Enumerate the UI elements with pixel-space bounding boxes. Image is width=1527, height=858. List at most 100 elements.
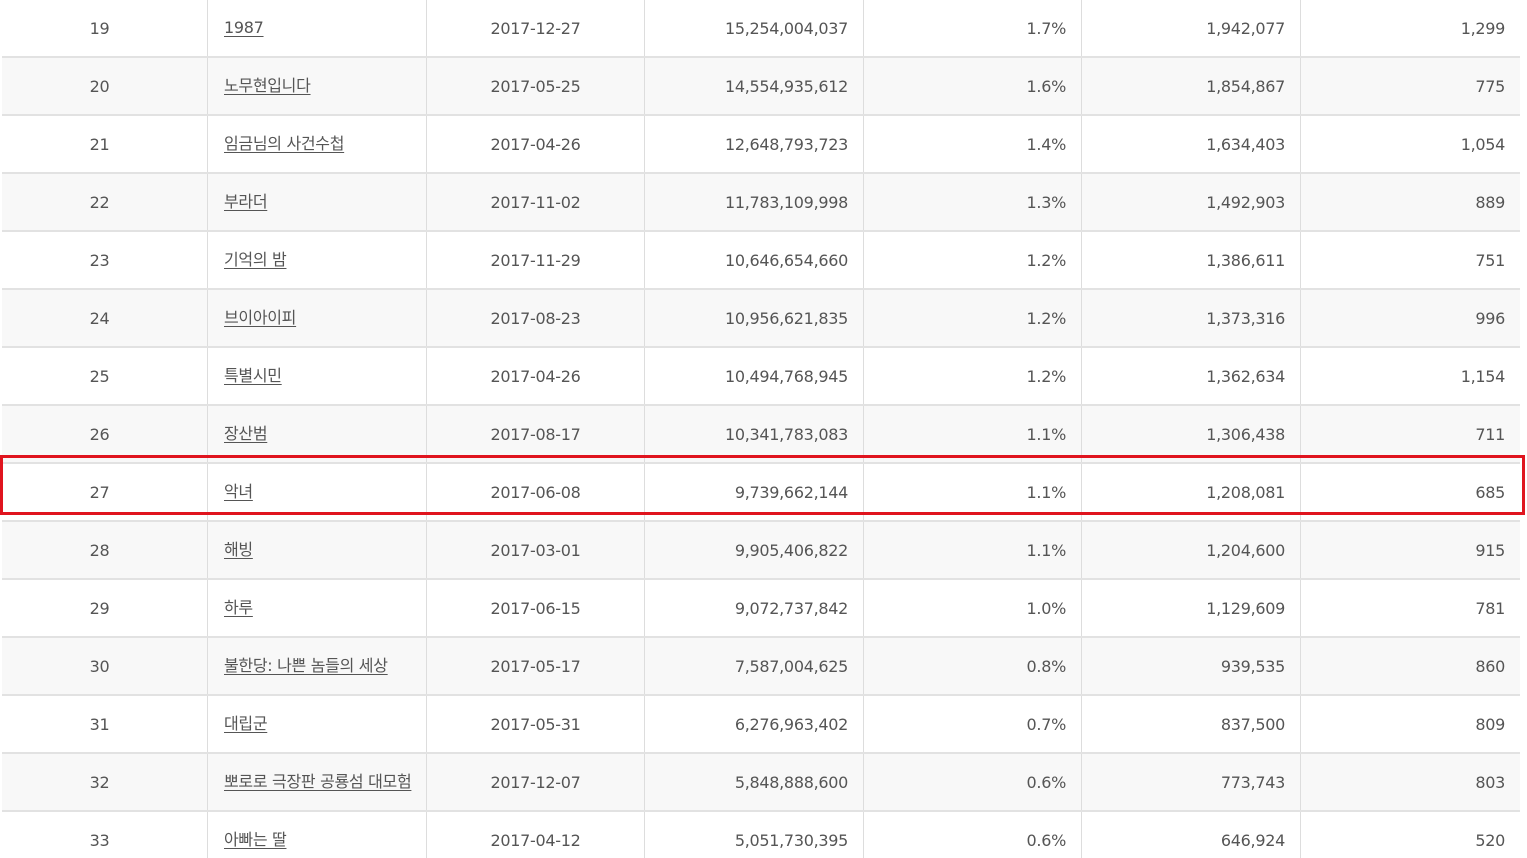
screens-cell: 685 <box>1301 464 1520 520</box>
sales-amount: 15,254,004,037 <box>724 18 848 38</box>
release-date-cell: 2017-12-27 <box>427 0 645 56</box>
sales-share: 1.3% <box>1026 192 1067 212</box>
movie-title-link[interactable]: 뽀로로 극장판 공룡섬 대모험 <box>224 771 412 793</box>
movie-title-link[interactable]: 아빠는 딸 <box>224 829 287 851</box>
audience-cell: 1,129,609 <box>1082 580 1301 636</box>
movie-title-link[interactable]: 대립군 <box>224 713 268 735</box>
sales-cell: 9,072,737,842 <box>645 580 864 636</box>
sales-share: 1.0% <box>1026 598 1067 618</box>
movie-title-link[interactable]: 임금님의 사건수첩 <box>224 133 344 155</box>
screens-cell: 996 <box>1301 290 1520 346</box>
screen-count: 803 <box>1475 772 1505 792</box>
sales-amount: 14,554,935,612 <box>724 76 848 96</box>
screens-cell: 1,054 <box>1301 116 1520 172</box>
sales-amount: 10,341,783,083 <box>724 424 848 444</box>
audience-cell: 1,208,081 <box>1082 464 1301 520</box>
title-cell: 뽀로로 극장판 공룡섬 대모험 <box>208 754 427 810</box>
release-date-cell: 2017-05-17 <box>427 638 645 694</box>
sales-cell: 10,341,783,083 <box>645 406 864 462</box>
rank-value: 20 <box>89 76 110 96</box>
rank-cell: 24 <box>2 290 208 346</box>
highlighted-table-row: 27 악녀 2017-06-08 9,739,662,144 1.1% 1,20… <box>2 464 1520 522</box>
movie-title-link[interactable]: 기억의 밤 <box>224 249 287 271</box>
screens-cell: 1,154 <box>1301 348 1520 404</box>
sales-cell: 9,905,406,822 <box>645 522 864 578</box>
screens-cell: 781 <box>1301 580 1520 636</box>
movie-title-link[interactable]: 특별시민 <box>224 365 282 387</box>
rank-cell: 23 <box>2 232 208 288</box>
screen-count: 751 <box>1475 250 1505 270</box>
audience-count: 1,373,316 <box>1206 308 1285 328</box>
rank-value: 24 <box>89 308 110 328</box>
audience-count: 837,500 <box>1220 714 1285 734</box>
movie-title-link[interactable]: 불한당: 나쁜 놈들의 세상 <box>224 655 388 677</box>
sales-cell: 5,848,888,600 <box>645 754 864 810</box>
title-cell: 아빠는 딸 <box>208 812 427 858</box>
release-date-cell: 2017-08-23 <box>427 290 645 346</box>
rank-cell: 31 <box>2 696 208 752</box>
table-row: 30 불한당: 나쁜 놈들의 세상 2017-05-17 7,587,004,6… <box>2 638 1520 696</box>
rank-cell: 27 <box>2 464 208 520</box>
release-date-cell: 2017-04-26 <box>427 348 645 404</box>
movie-title-link[interactable]: 장산범 <box>224 423 268 445</box>
movie-title-link[interactable]: 노무현입니다 <box>224 75 311 97</box>
audience-count: 1,386,611 <box>1206 250 1285 270</box>
rank-value: 21 <box>89 134 110 154</box>
release-date: 2017-11-29 <box>490 250 581 270</box>
sales-amount: 10,494,768,945 <box>724 366 848 386</box>
release-date-cell: 2017-06-08 <box>427 464 645 520</box>
sales-amount: 11,783,109,998 <box>724 192 848 212</box>
sales-amount: 9,905,406,822 <box>734 540 848 560</box>
movie-title-link[interactable]: 1987 <box>224 17 264 39</box>
title-cell: 해빙 <box>208 522 427 578</box>
movie-title-link[interactable]: 하루 <box>224 597 253 619</box>
audience-count: 939,535 <box>1220 656 1285 676</box>
audience-count: 1,204,600 <box>1206 540 1285 560</box>
release-date-cell: 2017-06-15 <box>427 580 645 636</box>
movie-title-link[interactable]: 부라더 <box>224 191 268 213</box>
table-row: 20 노무현입니다 2017-05-25 14,554,935,612 1.6%… <box>2 58 1520 116</box>
sales-share: 1.2% <box>1026 308 1067 328</box>
sales-share: 1.2% <box>1026 250 1067 270</box>
table-row: 26 장산범 2017-08-17 10,341,783,083 1.1% 1,… <box>2 406 1520 464</box>
share-cell: 1.4% <box>864 116 1082 172</box>
rank-cell: 26 <box>2 406 208 462</box>
rank-cell: 30 <box>2 638 208 694</box>
share-cell: 1.1% <box>864 522 1082 578</box>
sales-cell: 12,648,793,723 <box>645 116 864 172</box>
rank-value: 33 <box>89 830 110 850</box>
sales-share: 1.1% <box>1026 424 1067 444</box>
release-date: 2017-08-23 <box>490 308 581 328</box>
audience-count: 1,362,634 <box>1206 366 1285 386</box>
rank-cell: 33 <box>2 812 208 858</box>
movie-title-link[interactable]: 해빙 <box>224 539 253 561</box>
audience-cell: 939,535 <box>1082 638 1301 694</box>
movie-title-link[interactable]: 브이아이피 <box>224 307 296 329</box>
audience-cell: 1,942,077 <box>1082 0 1301 56</box>
screen-count: 889 <box>1475 192 1505 212</box>
sales-amount: 5,848,888,600 <box>734 772 848 792</box>
sales-cell: 5,051,730,395 <box>645 812 864 858</box>
audience-cell: 1,386,611 <box>1082 232 1301 288</box>
audience-cell: 1,492,903 <box>1082 174 1301 230</box>
movie-title-link[interactable]: 악녀 <box>224 481 253 503</box>
screen-count: 685 <box>1475 482 1505 502</box>
audience-cell: 1,204,600 <box>1082 522 1301 578</box>
sales-amount: 6,276,963,402 <box>734 714 848 734</box>
release-date-cell: 2017-04-26 <box>427 116 645 172</box>
release-date: 2017-04-26 <box>490 366 581 386</box>
title-cell: 부라더 <box>208 174 427 230</box>
audience-count: 1,942,077 <box>1206 18 1285 38</box>
sales-share: 0.7% <box>1026 714 1067 734</box>
sales-share: 1.4% <box>1026 134 1067 154</box>
release-date-cell: 2017-11-29 <box>427 232 645 288</box>
release-date: 2017-05-17 <box>490 656 581 676</box>
sales-cell: 14,554,935,612 <box>645 58 864 114</box>
rank-value: 22 <box>89 192 110 212</box>
audience-count: 773,743 <box>1220 772 1285 792</box>
audience-count: 1,854,867 <box>1206 76 1285 96</box>
sales-cell: 6,276,963,402 <box>645 696 864 752</box>
release-date-cell: 2017-05-25 <box>427 58 645 114</box>
rank-value: 26 <box>89 424 110 444</box>
table-row: 29 하루 2017-06-15 9,072,737,842 1.0% 1,12… <box>2 580 1520 638</box>
